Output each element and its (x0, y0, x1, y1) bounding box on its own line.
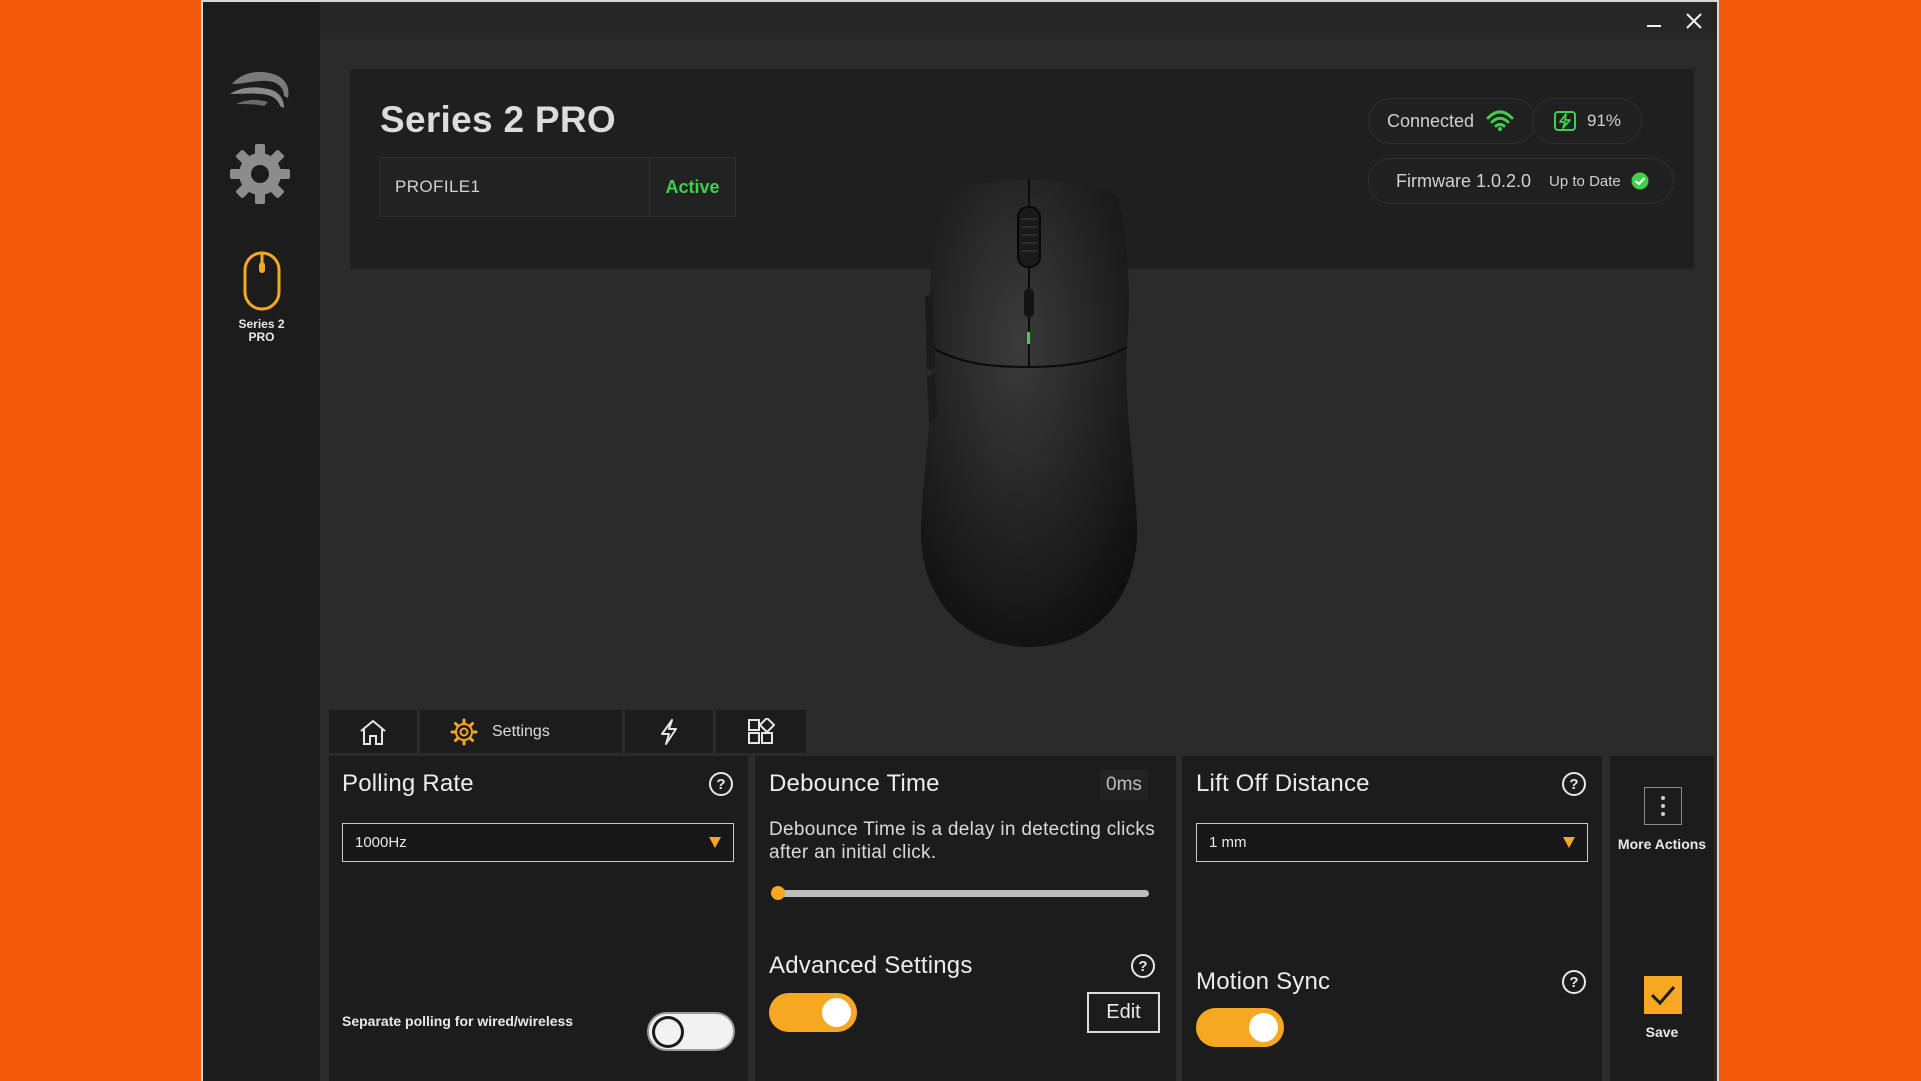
tab-settings-label: Settings (492, 722, 550, 740)
battery-status: 91% (1532, 98, 1642, 144)
firmware-status[interactable]: Firmware 1.0.2.0 Up to Date (1368, 158, 1674, 204)
sidebar-device-series-2-pro[interactable]: Series 2 PRO (213, 250, 310, 350)
debounce-description: Debounce Time is a delay in detecting cl… (769, 819, 1156, 863)
polling-rate-select[interactable]: 1000Hz (342, 823, 734, 862)
lift-off-distance-title: Lift Off Distance (1196, 770, 1370, 797)
tab-home[interactable] (329, 710, 417, 753)
edit-button[interactable]: Edit (1087, 992, 1160, 1033)
advanced-help-icon[interactable]: ? (1131, 954, 1155, 978)
lift-off-distance-value: 1 mm (1209, 834, 1247, 851)
connection-label: Connected (1387, 110, 1475, 131)
more-actions-label: More Actions (1617, 836, 1707, 852)
motion-sync-help-icon[interactable]: ? (1562, 970, 1586, 994)
toggle-knob (1249, 1013, 1278, 1042)
tab-button-mapping[interactable] (716, 710, 806, 753)
advanced-settings-title: Advanced Settings (769, 952, 973, 979)
title-bar (203, 2, 1717, 39)
lift-off-help-icon[interactable]: ? (1562, 772, 1586, 796)
more-actions-button[interactable] (1644, 787, 1682, 825)
polling-help-icon[interactable]: ? (709, 772, 733, 796)
motion-sync-title: Motion Sync (1196, 968, 1331, 995)
more-vertical-icon (1661, 796, 1665, 800)
home-icon (360, 719, 386, 745)
sidebar: Series 2 PRO (203, 2, 320, 1081)
close-icon (1686, 13, 1702, 29)
tab-performance[interactable] (625, 710, 713, 753)
firmware-version: Firmware 1.0.2.0 (1396, 170, 1532, 191)
separate-polling-toggle[interactable] (647, 1012, 735, 1051)
save-button[interactable] (1644, 976, 1682, 1014)
chevron-down-icon (1563, 837, 1575, 848)
device-title: Series 2 PRO (380, 99, 617, 140)
layout-icon (748, 717, 775, 744)
polling-rate-title: Polling Rate (342, 770, 474, 797)
sidebar-device-label: Series 2 PRO (238, 317, 285, 344)
close-button[interactable] (1677, 6, 1711, 36)
debounce-slider-thumb[interactable] (771, 886, 785, 900)
polling-rate-panel: Polling Rate ? 1000Hz Separate polling f… (329, 756, 748, 1081)
device-mouse-image (920, 179, 1138, 647)
checkmark-icon (1650, 986, 1676, 1006)
advanced-settings-toggle[interactable] (769, 993, 857, 1032)
tab-settings[interactable]: Settings (420, 710, 622, 753)
chevron-down-icon (709, 837, 721, 848)
actions-panel: More Actions Save (1610, 756, 1714, 1081)
lightning-icon (661, 718, 677, 745)
minimize-button[interactable] (1637, 6, 1671, 36)
battery-level: 91% (1587, 111, 1622, 130)
lift-off-distance-panel: Lift Off Distance ? 1 mm Motion Sync ? (1182, 756, 1602, 1081)
battery-charging-icon (1554, 111, 1576, 131)
app-window: Series 2 PRO Series 2 PRO PROFILE1 Activ… (201, 0, 1719, 1081)
wifi-icon (1486, 110, 1514, 131)
main-content: Series 2 PRO PROFILE1 Active Connected 9… (320, 39, 1717, 1081)
profile-selector[interactable]: PROFILE1 Active (379, 157, 736, 217)
connection-status: Connected (1368, 98, 1536, 144)
motion-sync-toggle[interactable] (1196, 1008, 1284, 1047)
toggle-knob (822, 998, 851, 1027)
debounce-time-panel: Debounce Time 0ms Debounce Time is a del… (755, 756, 1176, 1081)
toggle-knob (652, 1016, 684, 1048)
save-label: Save (1645, 1024, 1679, 1040)
debounce-slider[interactable] (777, 890, 1149, 897)
debounce-time-title: Debounce Time (769, 770, 940, 797)
check-circle-icon (1631, 172, 1649, 190)
firmware-update-status: Up to Date (1549, 172, 1621, 190)
profile-status: Active (649, 158, 735, 216)
profile-name: PROFILE1 (395, 177, 481, 196)
brand-logo-icon (230, 71, 289, 108)
debounce-value-badge: 0ms (1100, 770, 1148, 800)
polling-rate-value: 1000Hz (355, 834, 407, 851)
lift-off-distance-select[interactable]: 1 mm (1196, 823, 1588, 862)
gear-icon[interactable] (228, 142, 292, 206)
gear-icon (450, 718, 478, 745)
mouse-icon (243, 251, 280, 311)
separate-polling-label: Separate polling for wired/wireless (342, 1013, 574, 1029)
minimize-icon (1647, 25, 1661, 27)
settings-tabs: Settings (329, 710, 806, 753)
